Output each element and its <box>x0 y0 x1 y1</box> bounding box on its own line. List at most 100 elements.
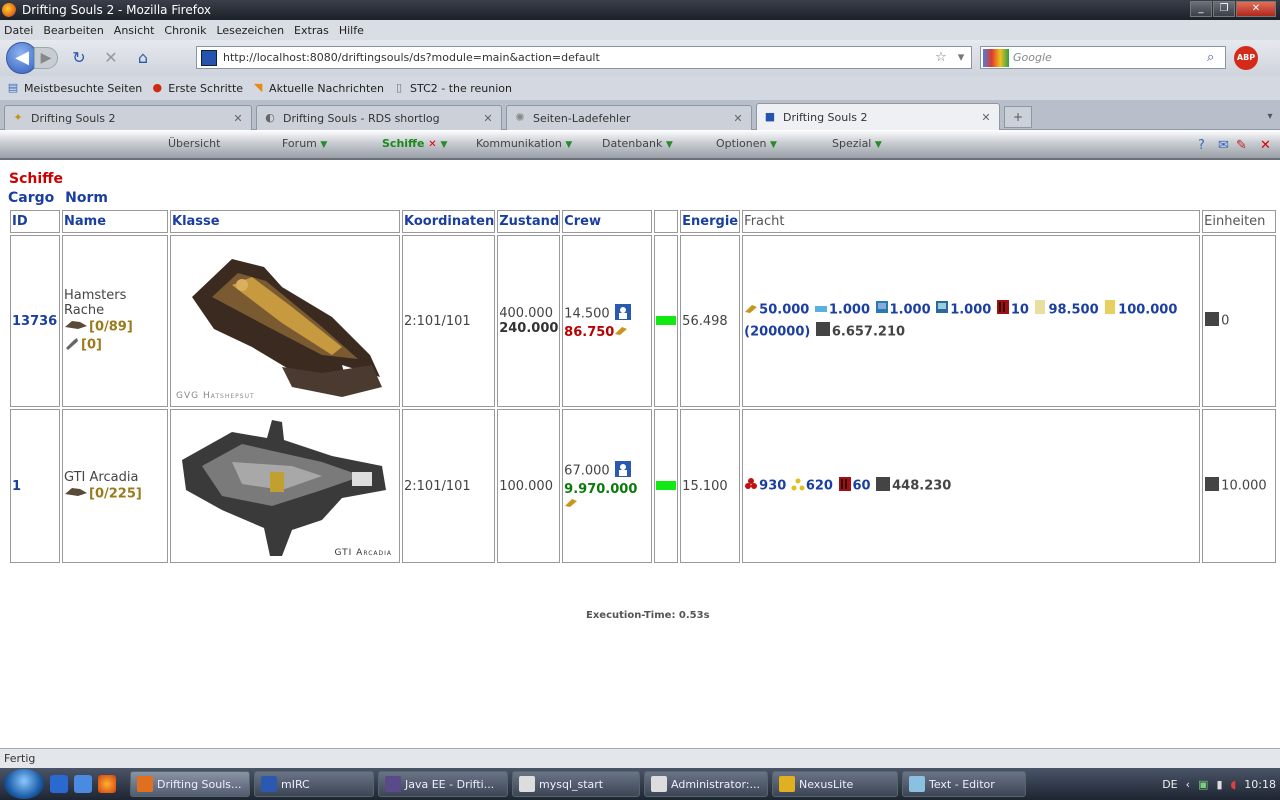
ammo-icon <box>1103 299 1117 321</box>
dropdown-arrow-icon: ▼ <box>320 140 328 150</box>
task-editor[interactable]: Text - Editor <box>902 771 1026 797</box>
chat-icon[interactable]: ✉ <box>1218 138 1229 153</box>
col-id[interactable]: ID <box>10 210 60 233</box>
col-fracht: Fracht <box>742 210 1201 233</box>
forward-button[interactable]: ▶ <box>34 47 58 69</box>
cargo-space-icon <box>875 476 891 496</box>
col-name[interactable]: Name <box>62 210 168 233</box>
col-zustand[interactable]: Zustand <box>497 210 561 233</box>
tool-count[interactable]: [0] <box>81 338 102 353</box>
restore-button[interactable]: ❐ <box>1213 1 1235 17</box>
unit-value: 0 <box>1221 313 1230 329</box>
tab-close-icon[interactable]: ✕ <box>979 111 993 124</box>
edit-pen-icon[interactable]: ✎ <box>1236 138 1247 153</box>
gamenav-uebersicht[interactable]: Übersicht <box>168 137 220 150</box>
ship-image-arcadia[interactable]: GTI Arcadia <box>172 410 398 562</box>
ship-id-link[interactable]: 1 <box>12 479 21 494</box>
menu-hilfe[interactable]: Hilfe <box>339 24 364 37</box>
battery-icon <box>996 299 1010 321</box>
minimize-button[interactable]: _ <box>1190 1 1212 17</box>
gamenav-optionen[interactable]: Optionen ▼ <box>716 137 777 150</box>
col-klasse[interactable]: Klasse <box>170 210 400 233</box>
bookmark-nachrichten[interactable]: ◥ Aktuelle Nachrichten <box>251 81 384 95</box>
menu-extras[interactable]: Extras <box>294 24 329 37</box>
tab-drifting-souls-1[interactable]: ✦ Drifting Souls 2 ✕ <box>4 105 252 130</box>
ship-image-hatshepsut[interactable]: GVG Hatshepsut <box>172 237 398 405</box>
language-indicator[interactable]: DE <box>1162 778 1177 791</box>
col-einheiten: Einheiten <box>1202 210 1277 233</box>
crew-cell: 67.000 9.970.000 <box>562 409 653 563</box>
clock[interactable]: 10:18 <box>1244 778 1276 791</box>
stop-icon[interactable]: ✕ <box>100 47 122 69</box>
task-mysql[interactable]: mysql_start <box>512 771 640 797</box>
google-icon[interactable] <box>983 48 1009 67</box>
cargo-link[interactable]: Cargo <box>8 190 54 206</box>
menu-chronik[interactable]: Chronik <box>164 24 206 37</box>
gamenav-datenbank[interactable]: Datenbank ▼ <box>602 137 673 150</box>
task-mirc[interactable]: mIRC <box>254 771 374 797</box>
tab-list-icon[interactable]: ▾ <box>1262 106 1278 128</box>
tray-expand-icon[interactable]: ‹ <box>1186 778 1190 791</box>
close-window-button[interactable]: ✕ <box>1236 1 1276 17</box>
search-icon[interactable]: ⌕ <box>1207 50 1225 65</box>
menu-ansicht[interactable]: Ansicht <box>114 24 155 37</box>
crew-member-icon[interactable] <box>614 303 632 325</box>
home-icon[interactable]: ⌂ <box>132 47 154 69</box>
switch-windows-icon[interactable] <box>74 775 92 793</box>
network-icon[interactable]: ▣ <box>1198 778 1208 791</box>
firefox-quicklaunch-icon[interactable] <box>98 775 116 793</box>
help-icon[interactable]: ? <box>1198 138 1205 153</box>
battery-tray-icon[interactable]: ▮ <box>1216 778 1222 791</box>
tab-close-icon[interactable]: ✕ <box>731 112 745 125</box>
status-cell <box>654 235 679 407</box>
crew-member-icon[interactable] <box>614 460 632 482</box>
start-button[interactable] <box>4 769 44 799</box>
bookmark-meistbesucht[interactable]: ▤ Meistbesuchte Seiten <box>6 81 142 95</box>
gamenav-kommunikation[interactable]: Kommunikation ▼ <box>476 137 572 150</box>
search-input[interactable]: Google <box>1013 51 1207 64</box>
new-tab-button[interactable]: + <box>1004 106 1032 128</box>
url-bar[interactable]: http://localhost:8080/driftingsouls/ds?m… <box>196 46 972 69</box>
adblock-icon[interactable]: ABP <box>1234 46 1258 70</box>
task-firefox[interactable]: Drifting Souls... <box>130 771 250 797</box>
col-crew[interactable]: Crew <box>562 210 653 233</box>
tab-close-icon[interactable]: ✕ <box>481 112 495 125</box>
dropdown-arrow-icon: ▼ <box>665 140 673 150</box>
mirc-icon <box>261 776 277 792</box>
reload-icon[interactable]: ↻ <box>68 47 90 69</box>
url-text[interactable]: http://localhost:8080/driftingsouls/ds?m… <box>223 51 931 64</box>
cargo-item: 1.000 <box>828 302 870 318</box>
menu-lesezeichen[interactable]: Lesezeichen <box>216 24 284 37</box>
ship-id-link[interactable]: 13736 <box>12 314 57 329</box>
energie-cell: 56.498 <box>680 235 741 407</box>
show-desktop-icon[interactable] <box>50 775 68 793</box>
menu-datei[interactable]: Datei <box>4 24 33 37</box>
bookmark-stc2[interactable]: ▯ STC2 - the reunion <box>392 81 512 95</box>
menu-bearbeiten[interactable]: Bearbeiten <box>43 24 103 37</box>
col-koordinaten[interactable]: Koordinaten <box>402 210 496 233</box>
ship-name-line2: Rache <box>64 303 105 318</box>
bookmarks-bar: ▤ Meistbesuchte Seiten ● Erste Schritte ◥ A… <box>0 76 1280 100</box>
volume-icon[interactable]: ◖ <box>1231 778 1237 791</box>
task-nexuslite[interactable]: NexusLite <box>772 771 898 797</box>
bookmark-erste-schritte[interactable]: ● Erste Schritte <box>150 81 243 95</box>
cargo-item: 98.500 <box>1048 302 1099 318</box>
dock-count[interactable]: [0/89] <box>89 320 133 335</box>
col-energie[interactable]: Energie <box>680 210 741 233</box>
search-bar[interactable]: Google ⌕ <box>980 46 1226 69</box>
bookmark-star-icon[interactable]: ☆ <box>931 50 951 65</box>
gamenav-spezial[interactable]: Spezial ▼ <box>832 137 882 150</box>
task-eclipse[interactable]: Java EE - Drifti... <box>378 771 508 797</box>
battery-icon <box>838 476 852 496</box>
tab-seiten-ladefehler[interactable]: ✺ Seiten-Ladefehler ✕ <box>506 105 752 130</box>
url-dropdown-icon[interactable]: ▾ <box>951 50 971 65</box>
gamenav-forum[interactable]: Forum ▼ <box>282 137 327 150</box>
logout-icon[interactable]: ✕ <box>1260 138 1271 153</box>
dock-count[interactable]: [0/225] <box>89 486 142 501</box>
tab-rds-shortlog[interactable]: ◐ Drifting Souls - RDS shortlog ✕ <box>256 105 502 130</box>
gamenav-schiffe[interactable]: Schiffe ✕ ▼ <box>382 137 447 150</box>
task-admin-console[interactable]: Administrator:... <box>644 771 768 797</box>
norm-link[interactable]: Norm <box>65 190 108 206</box>
tab-close-icon[interactable]: ✕ <box>231 112 245 125</box>
tab-drifting-souls-active[interactable]: ■ Drifting Souls 2 ✕ <box>756 103 1000 130</box>
